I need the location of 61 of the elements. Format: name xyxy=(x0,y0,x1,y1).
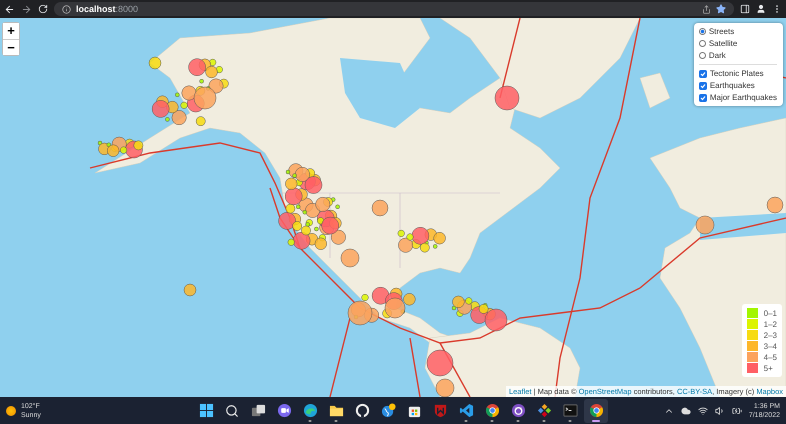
legend-label: 3–4 xyxy=(764,342,777,350)
sun-icon xyxy=(6,406,16,416)
chrome-icon xyxy=(484,403,500,418)
running-indicator xyxy=(542,420,546,422)
running-indicator xyxy=(592,420,600,422)
base-layer-option[interactable]: Satellite xyxy=(698,38,777,49)
running-indicator xyxy=(516,420,520,422)
battery-icon[interactable] xyxy=(732,406,742,416)
bookmark-star-icon[interactable] xyxy=(716,4,726,14)
overlapping-windows-icon xyxy=(250,403,266,418)
side-panel-button[interactable] xyxy=(740,4,750,14)
running-indicator xyxy=(464,420,468,422)
wifi-icon[interactable] xyxy=(698,406,708,416)
base-layer-option[interactable]: Dark xyxy=(698,50,777,61)
cloud-icon[interactable] xyxy=(680,406,691,416)
shield-icon xyxy=(432,403,448,418)
forward-button[interactable] xyxy=(21,4,32,14)
reload-icon xyxy=(38,4,48,14)
forward-arrow-icon xyxy=(21,4,32,14)
legend-label: 2–3 xyxy=(764,330,777,340)
side-panel-icon xyxy=(740,4,750,14)
windows-logo-icon xyxy=(198,403,214,418)
ring-icon xyxy=(354,403,370,418)
overlay-option[interactable]: Major Earthquakes xyxy=(698,92,777,103)
share-icon xyxy=(702,4,711,14)
search-icon xyxy=(225,404,239,418)
wave-swirl-icon xyxy=(302,403,318,418)
address-bar[interactable]: localhost:8000 xyxy=(54,2,734,16)
overlay-option[interactable]: Tectonic Plates xyxy=(698,68,777,79)
legend-label: 5+ xyxy=(764,364,773,372)
base-layer-option[interactable]: Streets xyxy=(698,26,777,37)
back-button[interactable] xyxy=(4,4,15,14)
checkbox[interactable] xyxy=(698,82,707,90)
radio-button[interactable] xyxy=(698,52,706,59)
overlay-option[interactable]: Earthquakes xyxy=(698,80,777,91)
code-editor-icon xyxy=(458,403,474,418)
running-indicator xyxy=(568,420,572,422)
taskbar-app-button[interactable] xyxy=(584,398,608,422)
chrome-icon xyxy=(588,403,604,418)
running-indicator xyxy=(334,420,338,422)
globe-sun-icon xyxy=(380,403,396,418)
speaker-icon[interactable] xyxy=(714,406,725,416)
terminal-icon xyxy=(562,403,578,418)
legend-label: 1–2 xyxy=(764,320,777,328)
legend-label: 0–1 xyxy=(764,308,777,318)
folder-icon xyxy=(328,403,344,418)
person-icon xyxy=(756,4,766,14)
video-chat-icon xyxy=(276,403,292,418)
reload-button[interactable] xyxy=(38,4,48,14)
running-indicator xyxy=(308,420,312,422)
back-arrow-icon xyxy=(4,4,15,14)
running-indicator xyxy=(490,420,494,422)
info-icon xyxy=(62,4,71,14)
checkbox[interactable] xyxy=(698,94,707,102)
radio-button[interactable] xyxy=(698,28,706,35)
radio-button[interactable] xyxy=(698,40,706,47)
legend-label: 4–5 xyxy=(764,352,777,362)
zoom-out-button[interactable]: − xyxy=(3,39,19,55)
diamond-tiles-icon xyxy=(536,403,552,418)
checkbox[interactable] xyxy=(698,70,707,78)
profile-button[interactable] xyxy=(756,4,766,14)
